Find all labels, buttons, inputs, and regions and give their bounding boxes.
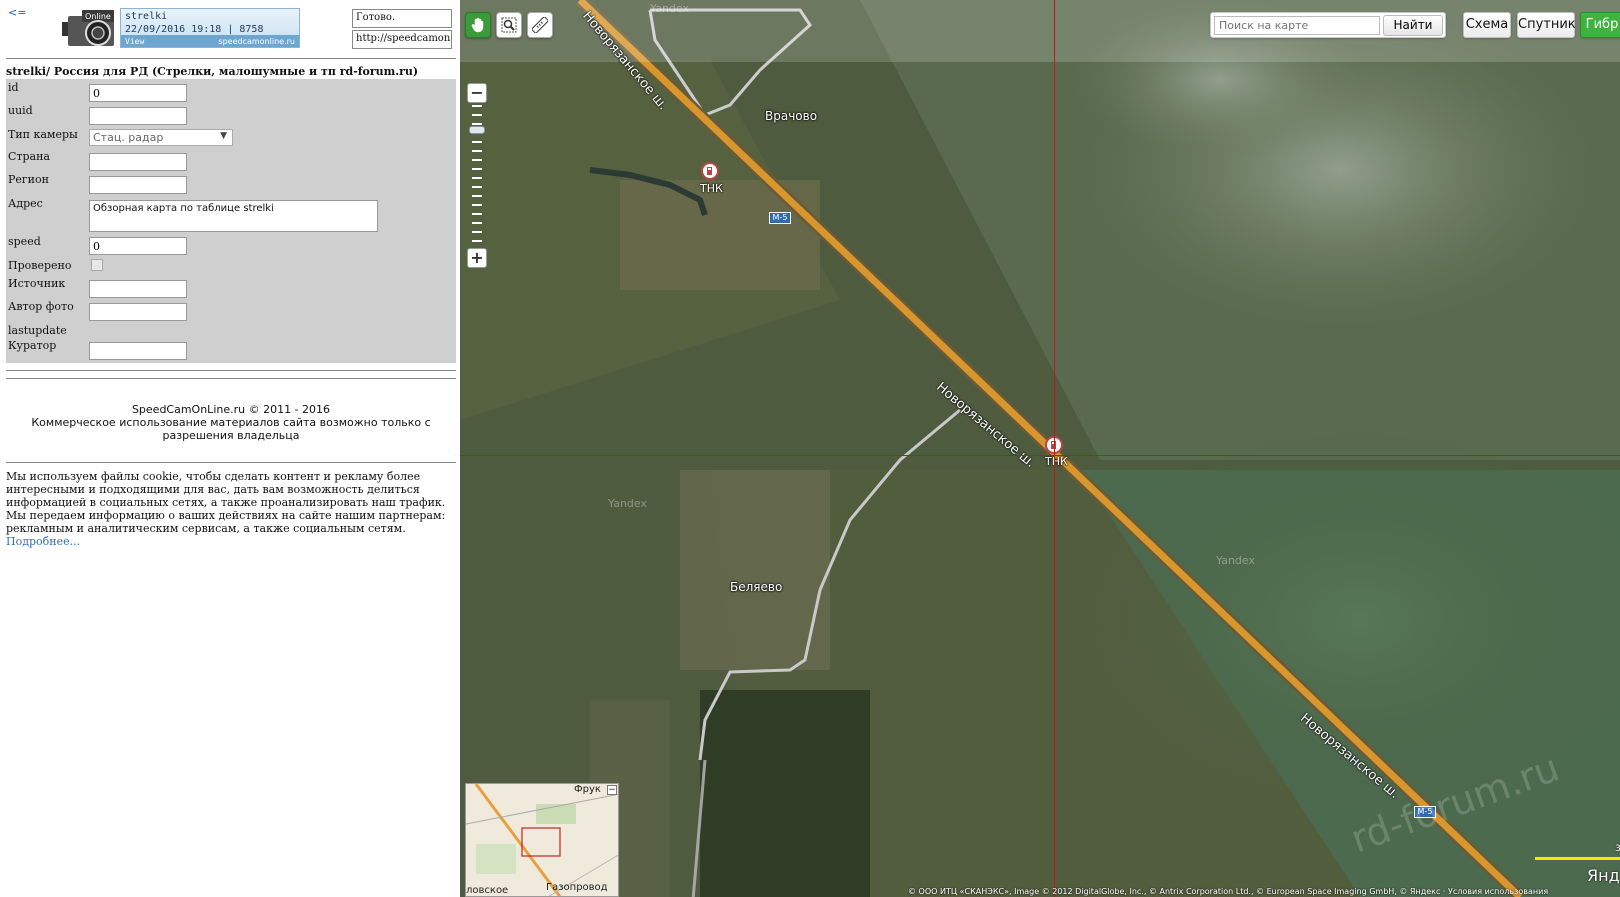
zoom-in-button[interactable]: + bbox=[467, 248, 487, 268]
zoom-area-tool-button[interactable] bbox=[496, 12, 522, 38]
minimap-label: Фрук bbox=[574, 784, 601, 795]
divider bbox=[6, 462, 456, 463]
drag-tool-button[interactable] bbox=[465, 12, 491, 38]
map-view[interactable]: Врачово Беляево Новорязанское ш. Новоряз… bbox=[460, 0, 1620, 897]
map-copyright: © ООО ИТЦ «СКАНЭКС», Image © 2012 Digita… bbox=[908, 887, 1549, 896]
camera-type-label: Тип камеры bbox=[8, 128, 78, 141]
minimap-graphic bbox=[466, 784, 618, 896]
minimap-label: ловское bbox=[466, 885, 509, 896]
ruler-tool-button[interactable] bbox=[527, 12, 553, 38]
speedcamonline-logo[interactable]: Online bbox=[62, 8, 116, 48]
speed-label: speed bbox=[8, 235, 41, 248]
camera-type-select[interactable]: Стац. радар ▼ bbox=[89, 129, 233, 146]
minimap-collapse-button[interactable]: − bbox=[607, 785, 617, 795]
camera-logo-icon: Online bbox=[62, 10, 114, 46]
photo-author-input[interactable] bbox=[89, 303, 187, 321]
id-input[interactable] bbox=[89, 84, 187, 102]
fuel-station-icon[interactable] bbox=[701, 162, 719, 180]
photo-author-label: Автор фото bbox=[8, 300, 74, 313]
fuel-station-label: ТНК bbox=[1045, 455, 1068, 468]
place-vrachovo: Врачово bbox=[765, 109, 818, 123]
crosshair-horizontal bbox=[460, 455, 1620, 456]
minimap[interactable]: Фрук ловское Газопровод − bbox=[465, 783, 619, 897]
verified-checkbox[interactable] bbox=[91, 259, 103, 271]
uuid-input[interactable] bbox=[89, 107, 187, 125]
map-search: Найти bbox=[1210, 12, 1446, 38]
camera-site: speedcamonline.ru bbox=[218, 37, 295, 46]
verified-label: Проверено bbox=[8, 259, 72, 272]
back-link[interactable]: <= bbox=[8, 6, 26, 19]
cookie-notice: Мы используем файлы cookie, чтобы сделат… bbox=[6, 470, 458, 548]
map-search-button[interactable]: Найти bbox=[1383, 15, 1443, 36]
yandex-watermark: Yandex bbox=[1216, 554, 1255, 567]
zoom-out-button[interactable]: − bbox=[467, 83, 487, 103]
yandex-logo: Янд bbox=[1587, 866, 1620, 885]
site-copyright: SpeedCamOnLine.ru © 2011 - 2016 Коммерче… bbox=[6, 403, 456, 442]
camera-type-value: Стац. радар bbox=[93, 131, 164, 144]
dropdown-arrow-icon: ▼ bbox=[220, 131, 227, 141]
yandex-watermark: Yandex bbox=[650, 2, 689, 15]
divider bbox=[6, 58, 456, 59]
zoom-slider-thumb[interactable] bbox=[469, 126, 485, 135]
minimap-label: Газопровод bbox=[546, 882, 608, 893]
crosshair-vertical bbox=[1054, 0, 1055, 897]
region-label: Регион bbox=[8, 173, 49, 186]
layer-hybrid-button[interactable]: Гибр bbox=[1580, 12, 1620, 38]
divider bbox=[6, 378, 456, 379]
camera-info-banner[interactable]: strelki 22/09/2016 19:18 | 8758 View spe… bbox=[120, 8, 300, 48]
road-shield: М-5 bbox=[769, 212, 791, 224]
camera-name: strelki bbox=[125, 11, 168, 22]
place-belyaevo: Беляево bbox=[730, 580, 783, 594]
form-title: strelki/ Россия для РД (Стрелки, малошум… bbox=[6, 65, 419, 78]
country-label: Страна bbox=[8, 150, 50, 163]
fuel-station-label: ТНК bbox=[700, 182, 723, 195]
scale-bar bbox=[1535, 857, 1620, 860]
camera-form: id uuid Тип камеры Стац. радар ▼ Страна … bbox=[6, 79, 456, 363]
source-label: Источник bbox=[8, 277, 66, 290]
curator-input[interactable] bbox=[89, 342, 187, 360]
speed-input[interactable] bbox=[89, 237, 187, 255]
lastupdate-label: lastupdate bbox=[8, 324, 67, 337]
yandex-watermark: Yandex bbox=[608, 497, 647, 510]
curator-label: Куратор bbox=[8, 339, 57, 352]
address-textarea[interactable]: Обзорная карта по таблице strelki bbox=[89, 200, 378, 232]
logo-text: Online bbox=[85, 12, 111, 21]
hand-icon bbox=[471, 17, 484, 33]
left-panel: <= Online strelki 22/09/2016 19:18 | 875… bbox=[0, 0, 460, 897]
commercial-notice: Коммерческое использование материалов са… bbox=[31, 416, 431, 442]
country-input[interactable] bbox=[89, 153, 187, 171]
camera-datetime-count: 22/09/2016 19:18 | 8758 bbox=[125, 24, 264, 35]
divider bbox=[6, 370, 456, 371]
layer-scheme-button[interactable]: Схема bbox=[1463, 12, 1511, 38]
cookie-more-link[interactable]: Подробнее... bbox=[6, 535, 80, 548]
region-input[interactable] bbox=[89, 176, 187, 194]
source-input[interactable] bbox=[89, 280, 187, 298]
address-label: Адрес bbox=[8, 197, 43, 210]
map-top-overlay bbox=[460, 0, 1620, 62]
uuid-label: uuid bbox=[8, 104, 33, 117]
map-search-input[interactable] bbox=[1214, 16, 1380, 35]
layer-satellite-button[interactable]: Спутник bbox=[1517, 12, 1576, 38]
ruler-icon bbox=[532, 17, 548, 33]
status-field: Готово. bbox=[352, 9, 452, 28]
cookie-text: Мы используем файлы cookie, чтобы сделат… bbox=[6, 470, 446, 535]
zoom-control: − + bbox=[467, 83, 487, 268]
satellite-imagery bbox=[460, 0, 1620, 897]
scale-number: 3 bbox=[1615, 844, 1620, 854]
url-field[interactable]: http://speedcamon bbox=[352, 30, 452, 49]
magnifier-icon bbox=[501, 17, 517, 33]
zoom-slider[interactable] bbox=[469, 105, 485, 245]
copyright-line: SpeedCamOnLine.ru © 2011 - 2016 bbox=[131, 403, 331, 416]
camera-view-label: View bbox=[125, 37, 145, 46]
id-label: id bbox=[8, 81, 19, 94]
